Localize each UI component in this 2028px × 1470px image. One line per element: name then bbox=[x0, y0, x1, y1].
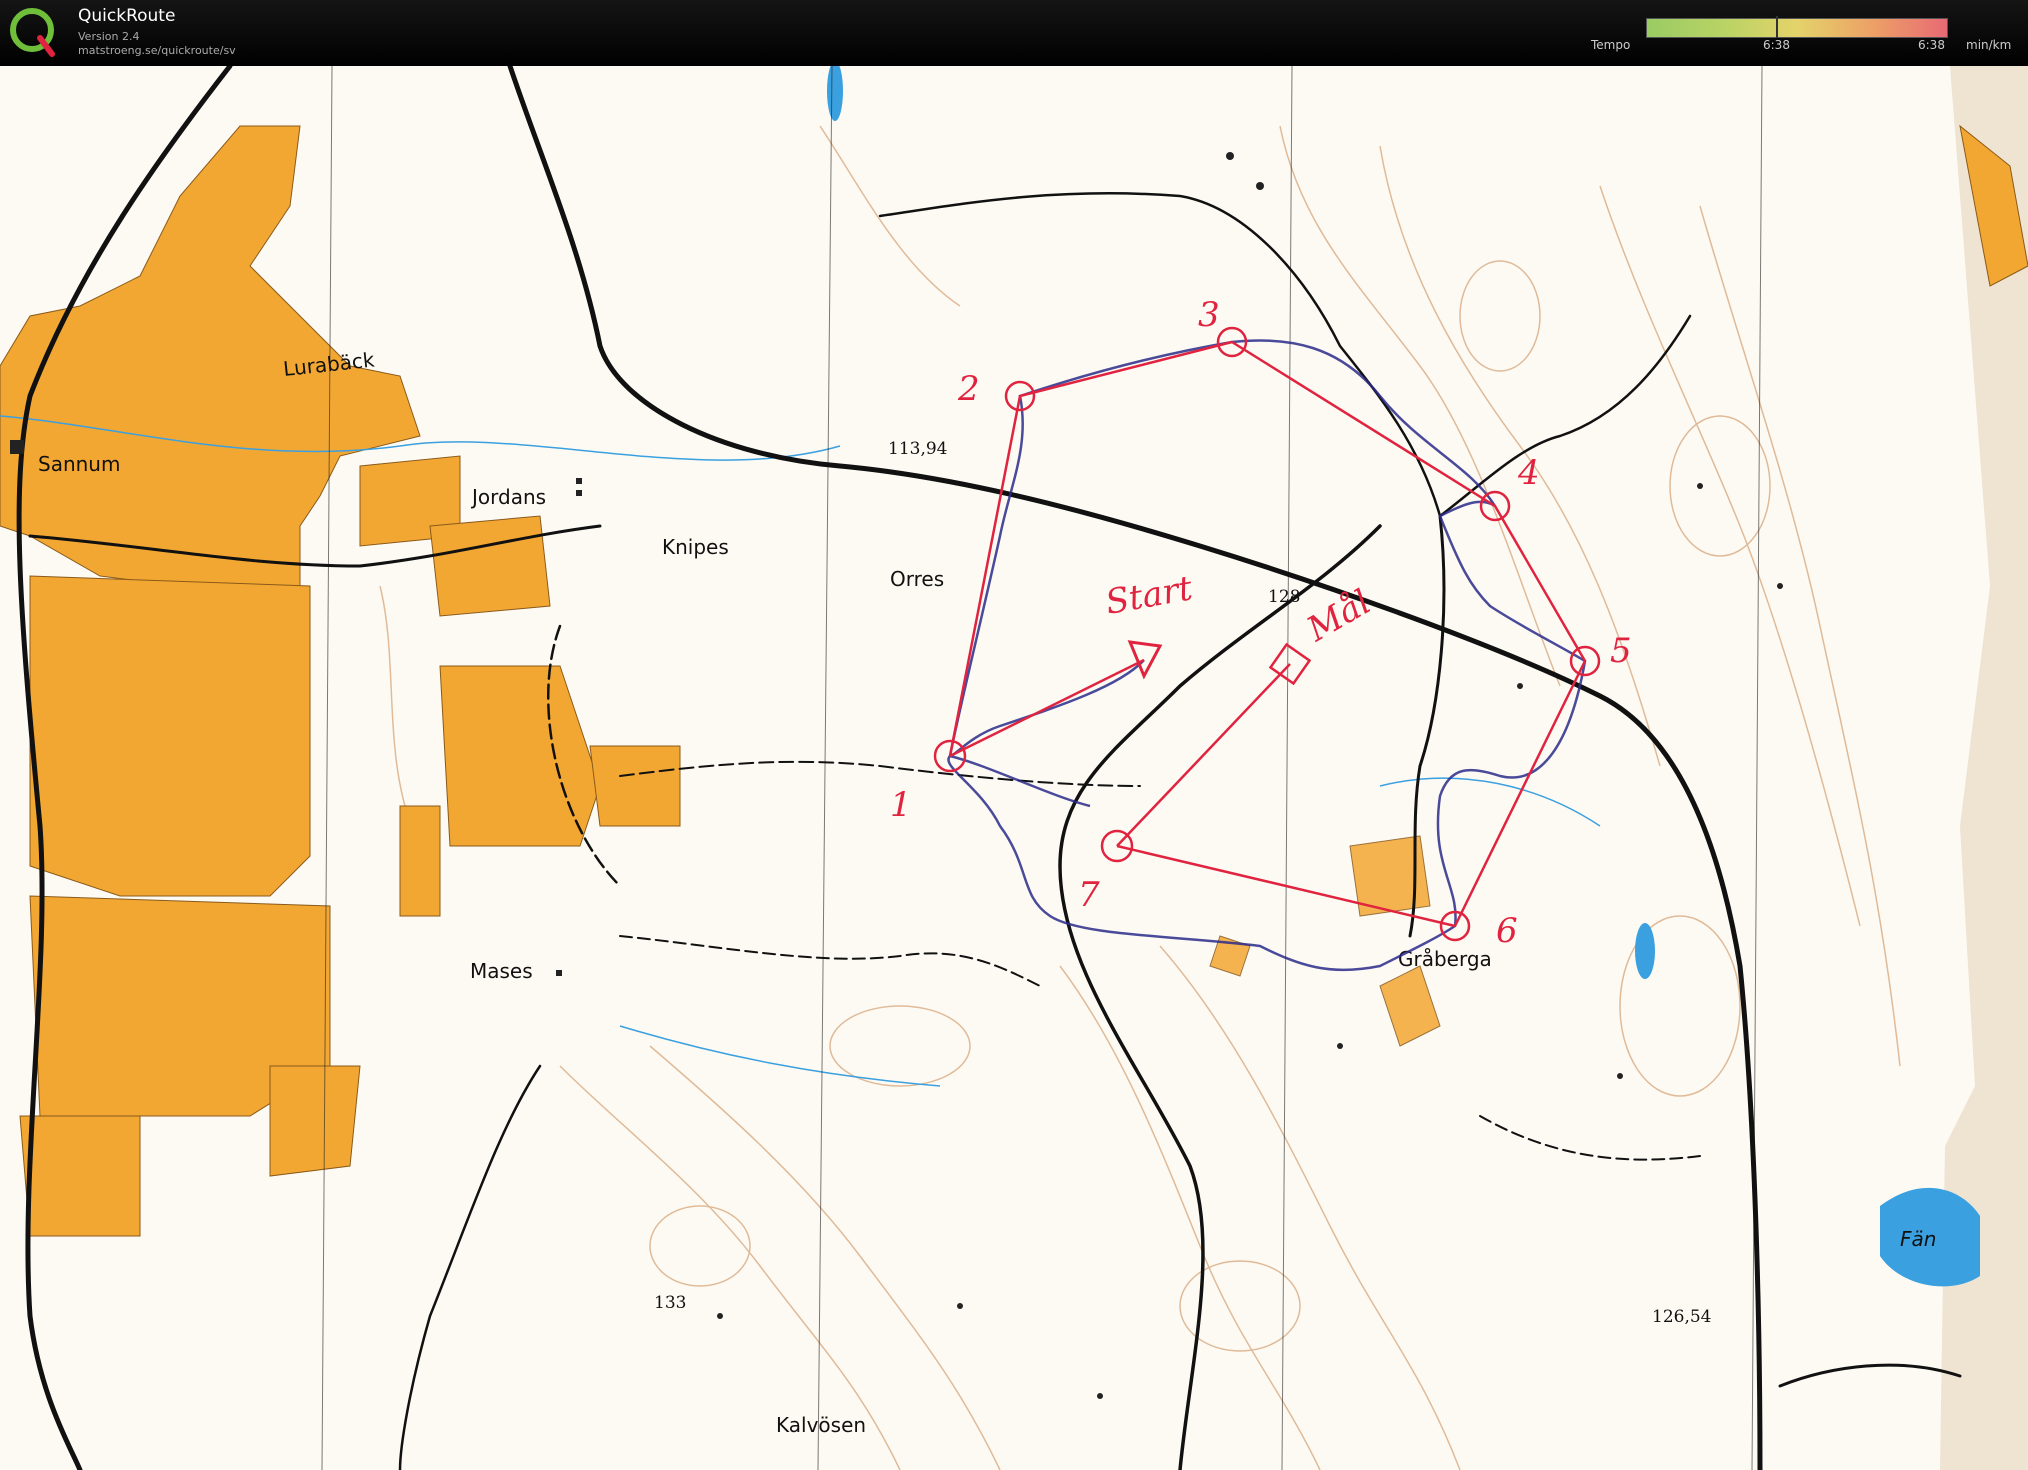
label-control-1: 1 bbox=[890, 785, 912, 825]
label-control-4: 4 bbox=[1517, 453, 1540, 493]
label-control-2: 2 bbox=[957, 369, 980, 409]
height-113-94: 113,94 bbox=[888, 439, 947, 459]
app-title: QuickRoute bbox=[78, 6, 176, 26]
label-control-6: 6 bbox=[1496, 911, 1518, 951]
label-control-5: 5 bbox=[1610, 631, 1632, 671]
place-sannum: Sannum bbox=[38, 452, 120, 476]
app-version: Version 2.4 bbox=[78, 30, 140, 43]
place-fan: Fän bbox=[1900, 1227, 1936, 1251]
tempo-mid-value: 6:38 bbox=[1763, 38, 1790, 52]
tempo-max-value: 6:38 bbox=[1918, 38, 1945, 52]
tempo-gradient-bar bbox=[1646, 18, 1948, 38]
label-control-7: 7 bbox=[1078, 875, 1100, 915]
tempo-marker bbox=[1776, 16, 1778, 38]
tempo-unit: min/km bbox=[1966, 38, 2012, 52]
tempo-label: Tempo bbox=[1591, 38, 1631, 52]
height-133: 133 bbox=[654, 1293, 686, 1313]
app-url[interactable]: matstroeng.se/quickroute/sv bbox=[78, 44, 236, 57]
quickroute-logo-icon bbox=[10, 8, 55, 57]
place-knipes: Knipes bbox=[662, 535, 729, 559]
map-canvas[interactable]: Lurabäck Sannum Jordans Knipes Orres Mas… bbox=[0, 66, 2028, 1470]
orienteering-map[interactable]: Lurabäck Sannum Jordans Knipes Orres Mas… bbox=[0, 66, 2028, 1470]
place-jordans: Jordans bbox=[470, 485, 546, 509]
app-header: QuickRoute Version 2.4 matstroeng.se/qui… bbox=[0, 0, 2028, 66]
place-kalvosen: Kalvösen bbox=[776, 1413, 866, 1437]
place-mases: Mases bbox=[470, 959, 533, 983]
height-126-54: 126,54 bbox=[1652, 1307, 1711, 1327]
height-128: 128 bbox=[1268, 587, 1300, 607]
place-orres: Orres bbox=[890, 567, 944, 591]
label-control-3: 3 bbox=[1198, 295, 1220, 335]
